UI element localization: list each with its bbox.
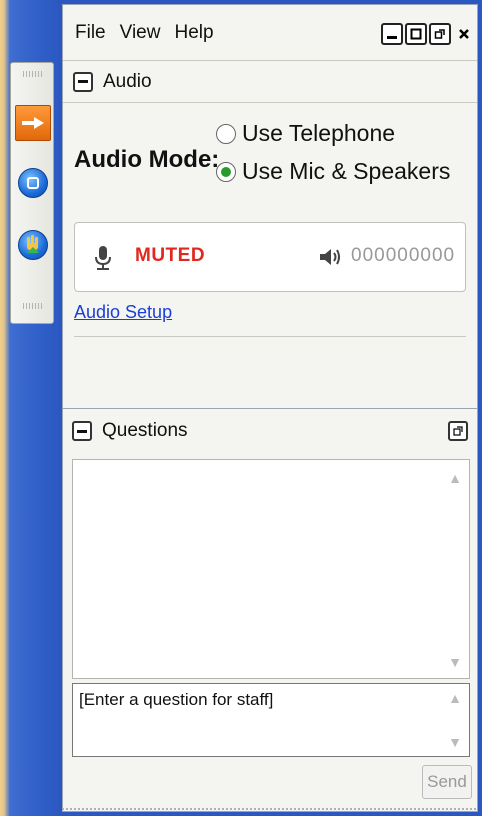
- toolbar-grip-bottom[interactable]: [23, 303, 43, 309]
- audio-section-header: Audio: [63, 61, 477, 103]
- popout-icon[interactable]: [448, 421, 468, 441]
- audio-section-title: Audio: [103, 70, 152, 92]
- arrow-right-icon: [22, 117, 44, 129]
- collapse-questions-icon[interactable]: [72, 421, 92, 441]
- stop-square-icon: [18, 168, 48, 198]
- side-toolbar: [10, 62, 54, 324]
- volume-level-display: 000000000: [351, 245, 456, 266]
- audio-setup-link[interactable]: Audio Setup: [74, 302, 172, 323]
- collapse-audio-icon[interactable]: [73, 71, 93, 92]
- audio-mode-label: Audio Mode:: [74, 146, 220, 173]
- resize-grip-bottom[interactable]: [62, 808, 478, 810]
- raise-hand-button[interactable]: [15, 227, 51, 263]
- menu-bar: File View Help: [63, 5, 477, 61]
- close-icon[interactable]: [453, 23, 475, 45]
- question-input-scrollbar[interactable]: ▲ ▼: [443, 690, 467, 750]
- menu-file[interactable]: File: [75, 22, 106, 44]
- audio-divider: [74, 336, 466, 337]
- radio-use-mic-speakers[interactable]: Use Mic & Speakers: [216, 158, 450, 185]
- question-input[interactable]: [Enter a question for staff] ▲ ▼: [72, 683, 470, 757]
- use-telephone-label[interactable]: Use Telephone: [242, 120, 395, 147]
- stop-button[interactable]: [15, 165, 51, 201]
- question-input-placeholder[interactable]: [Enter a question for staff]: [79, 690, 273, 710]
- send-button[interactable]: Send: [422, 765, 472, 799]
- menu-help[interactable]: Help: [174, 22, 213, 44]
- radio-use-telephone[interactable]: Use Telephone: [216, 120, 395, 147]
- input-scroll-down-icon[interactable]: ▼: [448, 734, 462, 750]
- audio-status-box: MUTED 000000000: [74, 222, 466, 292]
- minimize-icon[interactable]: [381, 23, 403, 45]
- radio-circle-mic-speakers[interactable]: [216, 161, 236, 182]
- questions-panel: Questions ▲ ▼ [Enter a question for staf…: [62, 408, 478, 812]
- maximize-icon[interactable]: [405, 23, 427, 45]
- raise-hand-icon: [18, 230, 48, 260]
- window-controls: [381, 23, 475, 45]
- questions-section-header: Questions: [62, 409, 478, 453]
- scroll-up-icon[interactable]: ▲: [448, 470, 462, 486]
- questions-section-title: Questions: [102, 420, 188, 441]
- arrow-right-button[interactable]: [15, 105, 51, 141]
- toolbar-grip-top[interactable]: [23, 71, 43, 77]
- restore-icon[interactable]: [429, 23, 451, 45]
- menu-view[interactable]: View: [120, 22, 161, 44]
- input-scroll-up-icon[interactable]: ▲: [448, 690, 462, 706]
- scroll-down-icon[interactable]: ▼: [448, 654, 462, 670]
- questions-list-scrollbar[interactable]: ▲ ▼: [443, 470, 467, 670]
- audio-mode-group: Audio Mode: Use Telephone Use Mic & Spea…: [74, 118, 474, 208]
- microphone-icon[interactable]: [93, 245, 113, 271]
- use-mic-speakers-label[interactable]: Use Mic & Speakers: [242, 158, 450, 185]
- speaker-icon[interactable]: [319, 247, 341, 267]
- questions-list[interactable]: ▲ ▼: [72, 459, 470, 679]
- radio-circle-telephone[interactable]: [216, 123, 236, 144]
- mic-status-text: MUTED: [135, 245, 206, 266]
